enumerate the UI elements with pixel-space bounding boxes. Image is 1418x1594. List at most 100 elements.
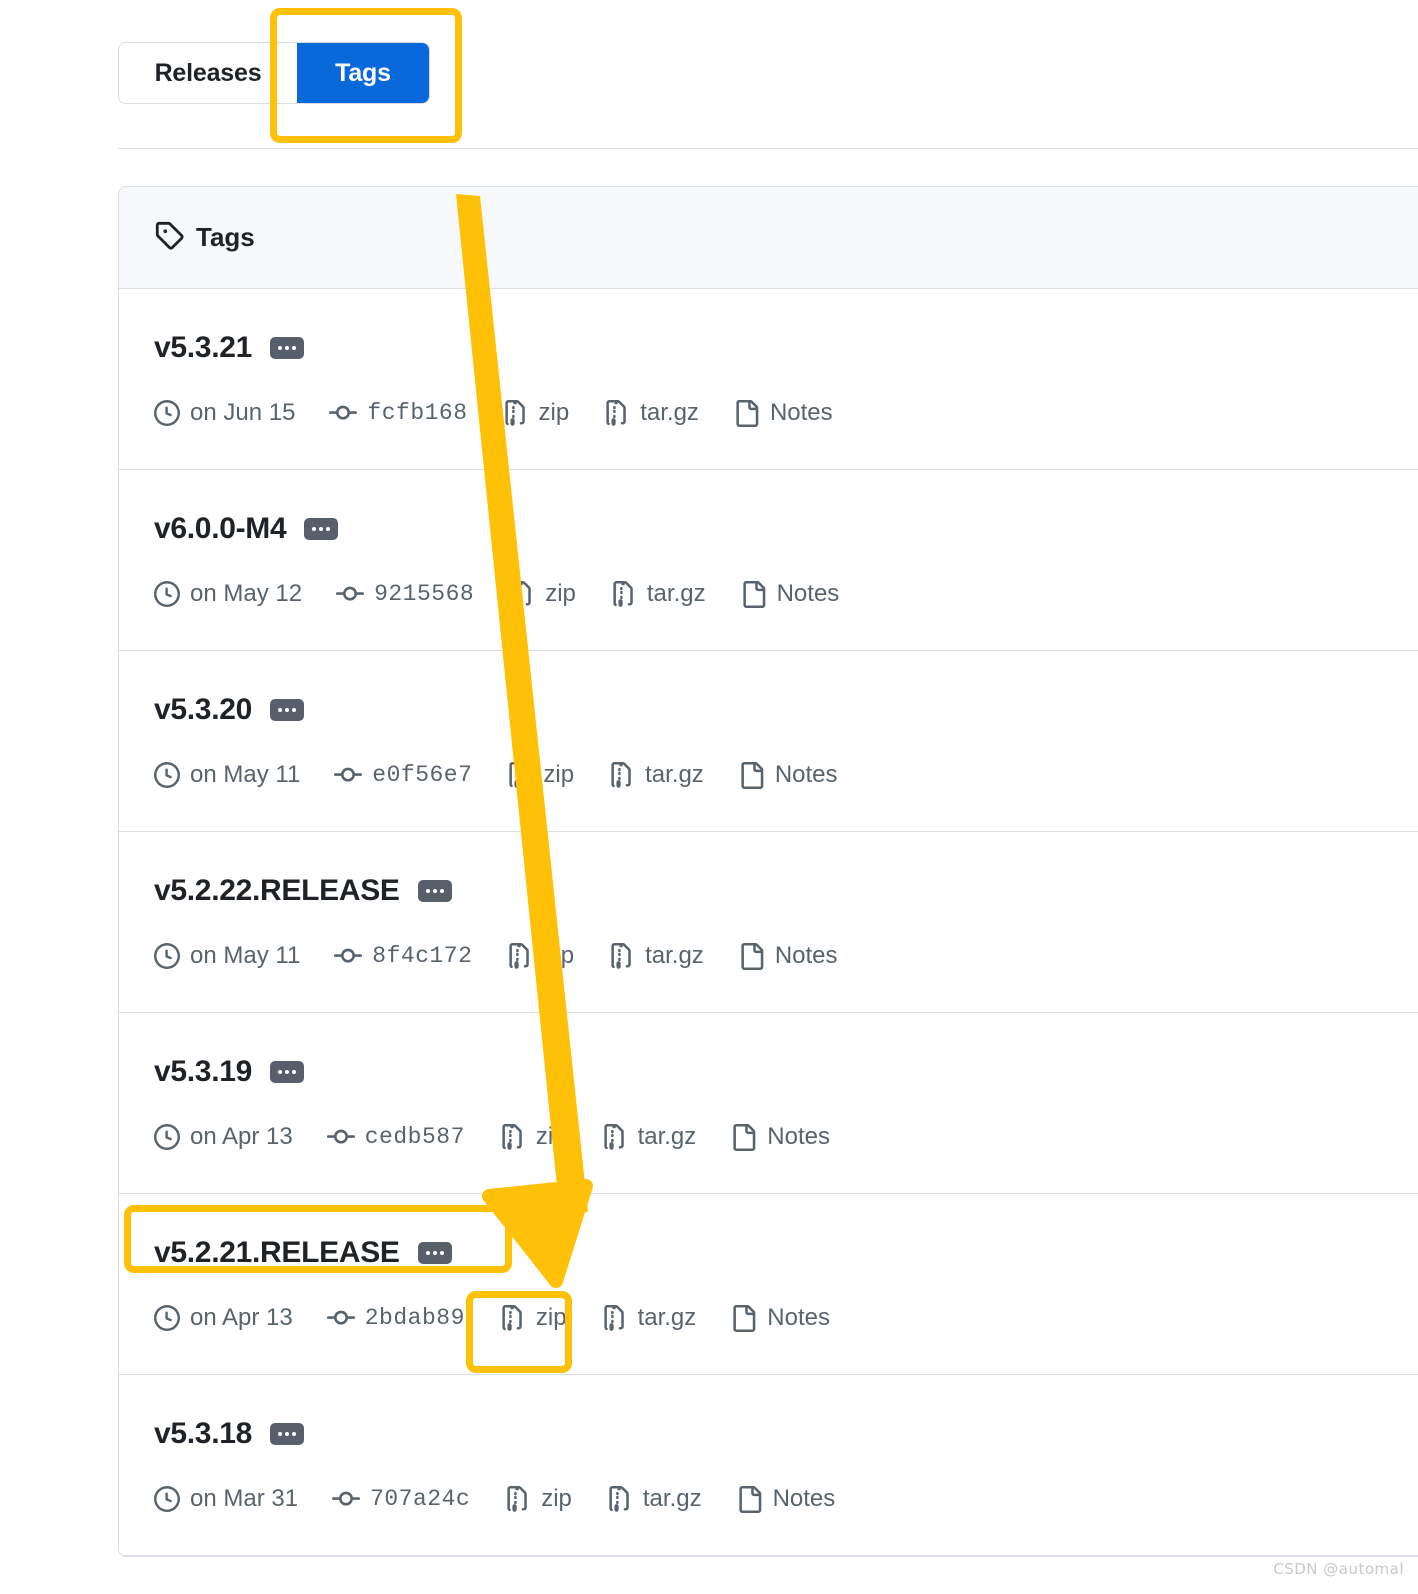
tag-notes-label: Notes [774, 942, 838, 969]
file-zip-icon [508, 580, 535, 608]
verified-badge-icon[interactable] [270, 1061, 304, 1083]
tag-list: v5.3.21 on Jun 15 fcfb168 zip tar.gz Notes v6.… [119, 289, 1418, 1556]
verified-badge-icon[interactable] [270, 1423, 304, 1445]
file-zip-icon [603, 399, 630, 427]
clock-icon [154, 1486, 180, 1512]
tag-zip-link[interactable]: zip [506, 761, 574, 789]
file-zip-icon [499, 1123, 526, 1151]
tag-row: v5.3.19 on Apr 13 cedb587 zip tar.gz Notes [119, 1013, 1418, 1194]
tags-panel-title: Tags [196, 222, 255, 252]
tab-tags[interactable]: Tags [297, 43, 429, 103]
tag-name-link[interactable]: v5.3.21 [154, 331, 252, 365]
tag-notes-link[interactable]: Notes [738, 761, 838, 789]
tag-targz-link[interactable]: tar.gz [601, 1304, 697, 1332]
tag-date: on Jun 15 [154, 399, 295, 427]
tag-meta: on Apr 13 2bdab89 zip tar.gz Notes [154, 1304, 1402, 1332]
tag-date-label: on Mar 31 [190, 1485, 299, 1512]
file-zip-icon [506, 942, 533, 970]
tag-row: v5.3.20 on May 11 e0f56e7 zip tar.gz Notes [119, 651, 1418, 832]
tag-notes-link[interactable]: Notes [730, 1123, 830, 1151]
tag-zip-link[interactable]: zip [504, 1485, 572, 1513]
tag-targz-label: tar.gz [637, 1304, 697, 1331]
tag-targz-link[interactable]: tar.gz [606, 1485, 702, 1513]
tag-notes-link[interactable]: Notes [736, 1485, 835, 1513]
tag-commit[interactable]: 9215568 [336, 580, 474, 608]
tag-name-link[interactable]: v5.3.19 [154, 1055, 252, 1089]
tag-meta: on May 11 8f4c172 zip tar.gz Notes [154, 942, 1402, 970]
file-zip-icon [601, 1123, 628, 1151]
file-zip-icon [610, 580, 637, 608]
tag-meta: on May 11 e0f56e7 zip tar.gz Notes [154, 761, 1402, 789]
tag-commit[interactable]: 2bdab89 [326, 1304, 465, 1332]
tab-tags-label: Tags [335, 58, 391, 87]
tag-date: on Apr 13 [154, 1123, 293, 1151]
tag-name-link[interactable]: v5.3.20 [154, 693, 252, 727]
tag-commit-sha: 707a24c [370, 1486, 471, 1512]
tag-zip-link[interactable]: zip [499, 1123, 567, 1151]
file-zip-icon [606, 1485, 633, 1513]
tag-name-link[interactable]: v6.0.0-M4 [154, 512, 287, 546]
tag-name-link[interactable]: v5.2.21.RELEASE [154, 1236, 400, 1270]
tag-commit-sha: cedb587 [364, 1124, 465, 1150]
tag-date: on Mar 31 [154, 1485, 298, 1513]
verified-badge-icon[interactable] [304, 518, 339, 540]
tag-row: v5.2.22.RELEASE on May 11 8f4c172 zip tar.gz… [119, 832, 1418, 1013]
file-icon [738, 942, 765, 970]
tag-row: v5.3.18 on Mar 31 707a24c zip tar.gz Notes [119, 1375, 1418, 1556]
tag-commit[interactable]: 8f4c172 [334, 942, 472, 970]
tag-zip-link[interactable]: zip [508, 580, 576, 608]
tag-zip-link[interactable]: zip [502, 399, 569, 427]
tag-targz-link[interactable]: tar.gz [610, 580, 706, 608]
verified-badge-icon[interactable] [417, 1242, 452, 1264]
tag-targz-link[interactable]: tar.gz [608, 761, 704, 789]
tag-name-line: v5.3.21 [154, 331, 1402, 365]
tag-targz-label: tar.gz [637, 1123, 697, 1150]
tag-row: v5.2.21.RELEASE on Apr 13 2bdab89 zip tar.gz… [119, 1194, 1418, 1375]
git-commit-icon [336, 580, 365, 608]
tag-targz-link[interactable]: tar.gz [608, 942, 704, 970]
tag-zip-label: zip [543, 761, 575, 788]
tags-panel-header: Tags [119, 187, 1418, 289]
tag-meta: on Mar 31 707a24c zip tar.gz Notes [154, 1485, 1402, 1513]
tag-zip-link[interactable]: zip [499, 1304, 567, 1332]
releases-tags-toggle[interactable]: Releases Tags [118, 42, 430, 104]
tag-meta: on Jun 15 fcfb168 zip tar.gz Notes [154, 399, 1402, 427]
tag-notes-label: Notes [774, 761, 838, 788]
git-commit-icon [329, 399, 358, 427]
tag-date: on Apr 13 [154, 1304, 293, 1332]
tag-commit[interactable]: e0f56e7 [334, 761, 472, 789]
tag-targz-link[interactable]: tar.gz [601, 1123, 697, 1151]
tab-releases[interactable]: Releases [119, 43, 297, 103]
tag-zip-link[interactable]: zip [506, 942, 574, 970]
tag-name-link[interactable]: v5.3.18 [154, 1417, 252, 1451]
tag-name-link[interactable]: v5.2.22.RELEASE [154, 874, 400, 908]
tag-commit-sha: 2bdab89 [364, 1305, 465, 1331]
verified-badge-icon[interactable] [270, 337, 304, 359]
tag-icon [154, 220, 184, 255]
tag-notes-link[interactable]: Notes [730, 1304, 830, 1332]
file-icon [730, 1123, 757, 1151]
tag-targz-link[interactable]: tar.gz [603, 399, 699, 427]
tag-commit-sha: 8f4c172 [372, 943, 473, 969]
clock-icon [154, 943, 180, 969]
tag-date-label: on May 11 [190, 942, 301, 969]
tag-notes-label: Notes [776, 580, 840, 607]
tag-notes-link[interactable]: Notes [738, 942, 838, 970]
clock-icon [154, 400, 180, 426]
tag-commit[interactable]: 707a24c [332, 1485, 470, 1513]
tag-commit[interactable]: cedb587 [326, 1123, 465, 1151]
tag-zip-label: zip [535, 1304, 567, 1331]
git-commit-icon [334, 942, 363, 970]
file-zip-icon [504, 1485, 531, 1513]
tag-notes-link[interactable]: Notes [740, 580, 840, 608]
file-zip-icon [499, 1304, 526, 1332]
tag-notes-link[interactable]: Notes [733, 399, 833, 427]
clock-icon [154, 1305, 180, 1331]
verified-badge-icon[interactable] [417, 880, 452, 902]
file-icon [733, 399, 760, 427]
file-icon [740, 580, 767, 608]
git-commit-icon [334, 761, 363, 789]
verified-badge-icon[interactable] [270, 699, 304, 721]
tag-commit[interactable]: fcfb168 [329, 399, 467, 427]
tag-targz-label: tar.gz [642, 1485, 702, 1512]
